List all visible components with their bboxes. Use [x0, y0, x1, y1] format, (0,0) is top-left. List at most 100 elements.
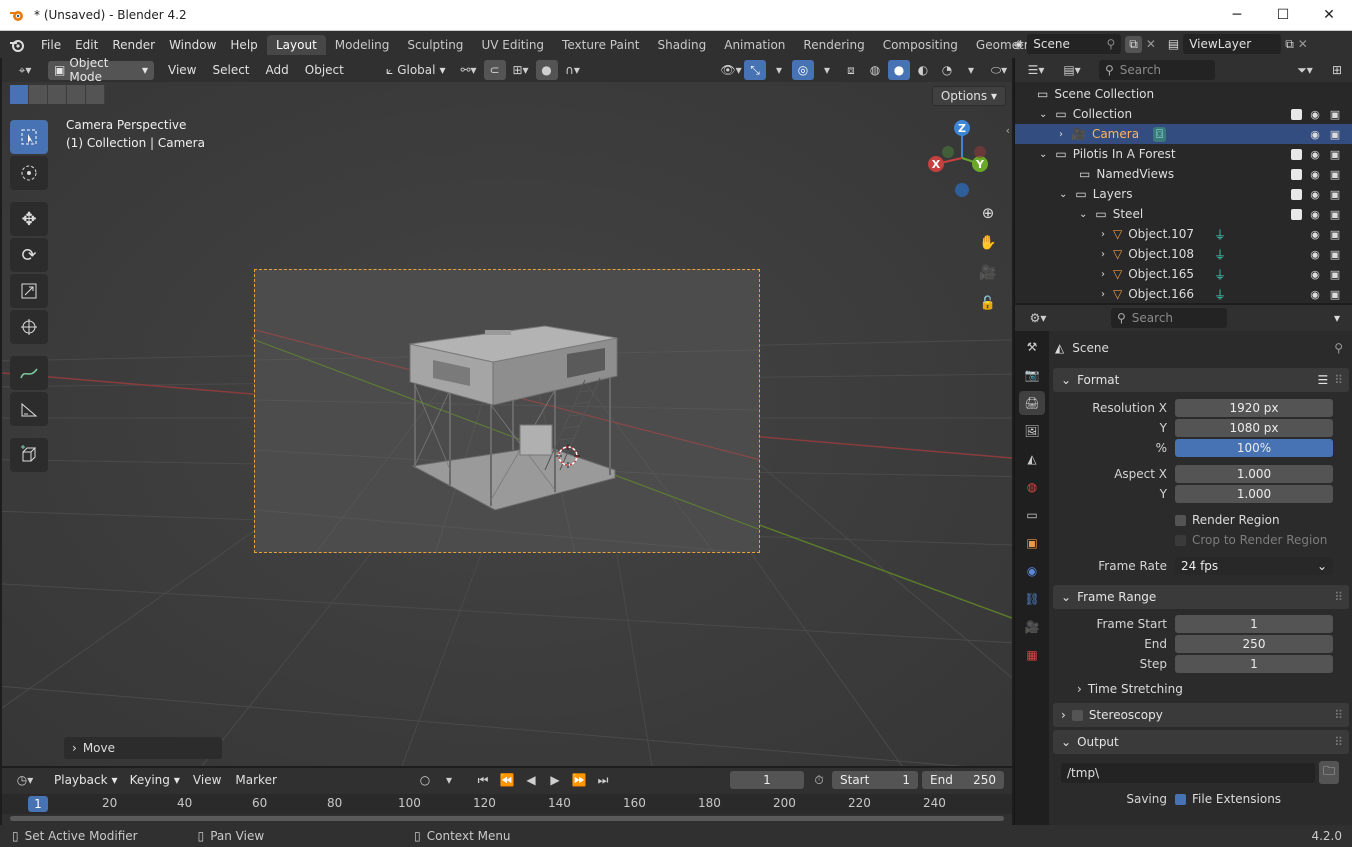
- tab-rendering[interactable]: Rendering: [794, 35, 873, 55]
- tab-animation[interactable]: Animation: [715, 35, 794, 55]
- menu-render[interactable]: Render: [105, 38, 162, 52]
- solid-shading-icon[interactable]: ●: [888, 60, 910, 80]
- menu-object[interactable]: Object: [297, 63, 352, 77]
- resolution-x-field[interactable]: 1920 px: [1175, 399, 1333, 417]
- render-camera-icon[interactable]: ▣: [1328, 268, 1342, 281]
- expand-chevron-icon[interactable]: ⌄: [1059, 189, 1067, 200]
- file-extensions-checkbox[interactable]: [1175, 793, 1186, 805]
- eye-icon[interactable]: ◉: [1308, 108, 1322, 121]
- jump-start-icon[interactable]: ⏮: [472, 770, 494, 790]
- overlay-toggle-icon[interactable]: ◎: [792, 60, 814, 80]
- outliner-row-camera[interactable]: › 🎥 Camera ⌼ ◉ ▣: [1015, 124, 1352, 144]
- exclude-checkbox[interactable]: [1291, 208, 1302, 220]
- tool-tab-icon[interactable]: ⚒: [1019, 335, 1045, 359]
- snap-target-icon[interactable]: ⊞▾: [510, 60, 532, 80]
- wireframe-shading-icon[interactable]: ◍: [864, 60, 886, 80]
- mesh-data-icon[interactable]: ⏚: [1214, 266, 1226, 283]
- resolution-y-field[interactable]: 1080 px: [1175, 419, 1333, 437]
- outliner-row-namedviews[interactable]: ▭ NamedViews ◉ ▣: [1015, 164, 1352, 184]
- timeline-ruler[interactable]: 1 20 40 60 80 100 120 140 160 180 200 22…: [2, 794, 1012, 814]
- view-layer-tab-icon[interactable]: 🖼: [1019, 419, 1045, 443]
- timeline-view-menu[interactable]: View: [186, 773, 228, 787]
- expand-chevron-icon[interactable]: ⌄: [1039, 149, 1047, 160]
- expand-chevron-icon[interactable]: ⌄: [1039, 109, 1047, 120]
- snap-icon[interactable]: ⊂: [483, 60, 506, 80]
- timeline-marker-menu[interactable]: Marker: [228, 773, 283, 787]
- start-frame-field[interactable]: Start 1: [832, 771, 918, 789]
- options-button[interactable]: Options ▾: [931, 86, 1006, 106]
- exclude-checkbox[interactable]: [1291, 188, 1302, 200]
- 3d-viewport[interactable]: ⌖▾ ▣ Object Mode ▾ View Select Add Objec…: [2, 58, 1012, 766]
- chevron-down-icon[interactable]: ▾: [1334, 311, 1340, 325]
- frame-rate-dropdown[interactable]: 24 fps ⌄: [1175, 557, 1333, 575]
- exclude-checkbox[interactable]: [1291, 148, 1302, 160]
- render-camera-icon[interactable]: ▣: [1328, 288, 1342, 301]
- constraints-tab-icon[interactable]: ⛓: [1019, 587, 1045, 611]
- view-layer-field[interactable]: ViewLayer: [1183, 34, 1282, 54]
- gizmo-toggle-icon[interactable]: ⤡: [744, 60, 766, 80]
- current-frame-field[interactable]: 1: [730, 771, 804, 789]
- rotate-tool-icon[interactable]: ⟳: [10, 238, 48, 272]
- keying-menu[interactable]: Keying ▾: [124, 771, 186, 790]
- exclude-checkbox[interactable]: [1291, 108, 1302, 120]
- drag-handle-icon[interactable]: ⠿: [1334, 708, 1343, 722]
- eye-icon[interactable]: ◉: [1308, 208, 1322, 221]
- play-reverse-icon[interactable]: ◀: [520, 770, 542, 790]
- eye-icon[interactable]: ◉: [1308, 268, 1322, 281]
- jump-end-icon[interactable]: ⏭: [592, 770, 614, 790]
- render-region-checkbox[interactable]: [1175, 514, 1186, 526]
- filter-icon[interactable]: ⏷▾: [1290, 60, 1320, 80]
- stereoscopy-checkbox[interactable]: [1071, 709, 1083, 721]
- properties-search-input[interactable]: ⚲ Search: [1111, 308, 1227, 328]
- transform-tool-icon[interactable]: [10, 310, 48, 344]
- physics-tab-icon[interactable]: ◉: [1019, 559, 1045, 583]
- frame-step-field[interactable]: 1: [1175, 655, 1333, 673]
- outliner-row-layers[interactable]: ⌄ ▭ Layers ◉ ▣: [1015, 184, 1352, 204]
- folder-icon[interactable]: 🗀: [1319, 761, 1340, 784]
- outliner-row-pilotis[interactable]: ⌄ ▭ Pilotis In A Forest ◉ ▣: [1015, 144, 1352, 164]
- xray-icon[interactable]: ⧈: [840, 60, 862, 80]
- pivot-icon[interactable]: ⚯▾: [458, 60, 480, 80]
- expand-chevron-icon[interactable]: ⌄: [1079, 209, 1087, 220]
- editor-type-icon[interactable]: ⌖▾: [8, 60, 42, 80]
- eye-icon[interactable]: ◉: [1308, 168, 1322, 181]
- output-panel-header[interactable]: ⌄ Output ⠿: [1053, 730, 1349, 754]
- new-collection-icon[interactable]: ⊞: [1326, 60, 1348, 80]
- world-tab-icon[interactable]: ◍: [1019, 475, 1045, 499]
- tab-shading[interactable]: Shading: [648, 35, 715, 55]
- camera-view-icon[interactable]: 🎥: [976, 262, 1000, 284]
- crop-region-row[interactable]: Crop to Render Region: [1053, 530, 1349, 550]
- expand-chevron-icon[interactable]: ›: [1059, 129, 1063, 140]
- record-icon[interactable]: ○: [414, 770, 436, 790]
- select-box-tool-icon[interactable]: [10, 120, 48, 154]
- menu-edit[interactable]: Edit: [68, 38, 105, 52]
- select-extend-icon[interactable]: [29, 84, 48, 104]
- scene-tab-icon[interactable]: ◭: [1019, 447, 1045, 471]
- menu-window[interactable]: Window: [162, 38, 223, 52]
- menu-file[interactable]: File: [34, 38, 68, 52]
- outliner-search-input[interactable]: ⚲ Search: [1099, 60, 1215, 80]
- lock-icon[interactable]: 🔓: [976, 292, 1000, 314]
- time-stretching-subpanel[interactable]: › Time Stretching: [1053, 678, 1349, 700]
- tab-texture-paint[interactable]: Texture Paint: [553, 35, 648, 55]
- resolution-percent-slider[interactable]: 100%: [1175, 439, 1333, 457]
- measure-tool-icon[interactable]: [10, 392, 48, 426]
- render-camera-icon[interactable]: ▣: [1328, 248, 1342, 261]
- outliner-row-object-108[interactable]: › ▽ Object.108 ⏚ ◉ ▣: [1015, 244, 1352, 264]
- orientation-dropdown[interactable]: Global: [397, 63, 435, 77]
- select-intersect-icon[interactable]: [86, 84, 105, 104]
- eye-icon[interactable]: ◉: [1308, 188, 1322, 201]
- add-cube-tool-icon[interactable]: [10, 438, 48, 472]
- eye-icon[interactable]: ◉: [1308, 248, 1322, 261]
- stopwatch-icon[interactable]: ⏱: [808, 770, 830, 790]
- eye-icon[interactable]: ◉: [1308, 228, 1322, 241]
- outliner-row-steel[interactable]: ⌄ ▭ Steel ◉ ▣: [1015, 204, 1352, 224]
- remove-scene-icon[interactable]: ✕: [1146, 37, 1156, 51]
- format-panel-header[interactable]: ⌄ Format ☰ ⠿: [1053, 368, 1349, 392]
- zoom-icon[interactable]: ⊕: [976, 202, 1000, 224]
- end-frame-field[interactable]: End 250: [922, 771, 1004, 789]
- pin-icon[interactable]: ⚲: [1334, 341, 1343, 355]
- timeline-editor-type-icon[interactable]: ◷▾: [8, 770, 42, 790]
- play-icon[interactable]: ▶: [544, 770, 566, 790]
- material-shading-icon[interactable]: ◐: [912, 60, 934, 80]
